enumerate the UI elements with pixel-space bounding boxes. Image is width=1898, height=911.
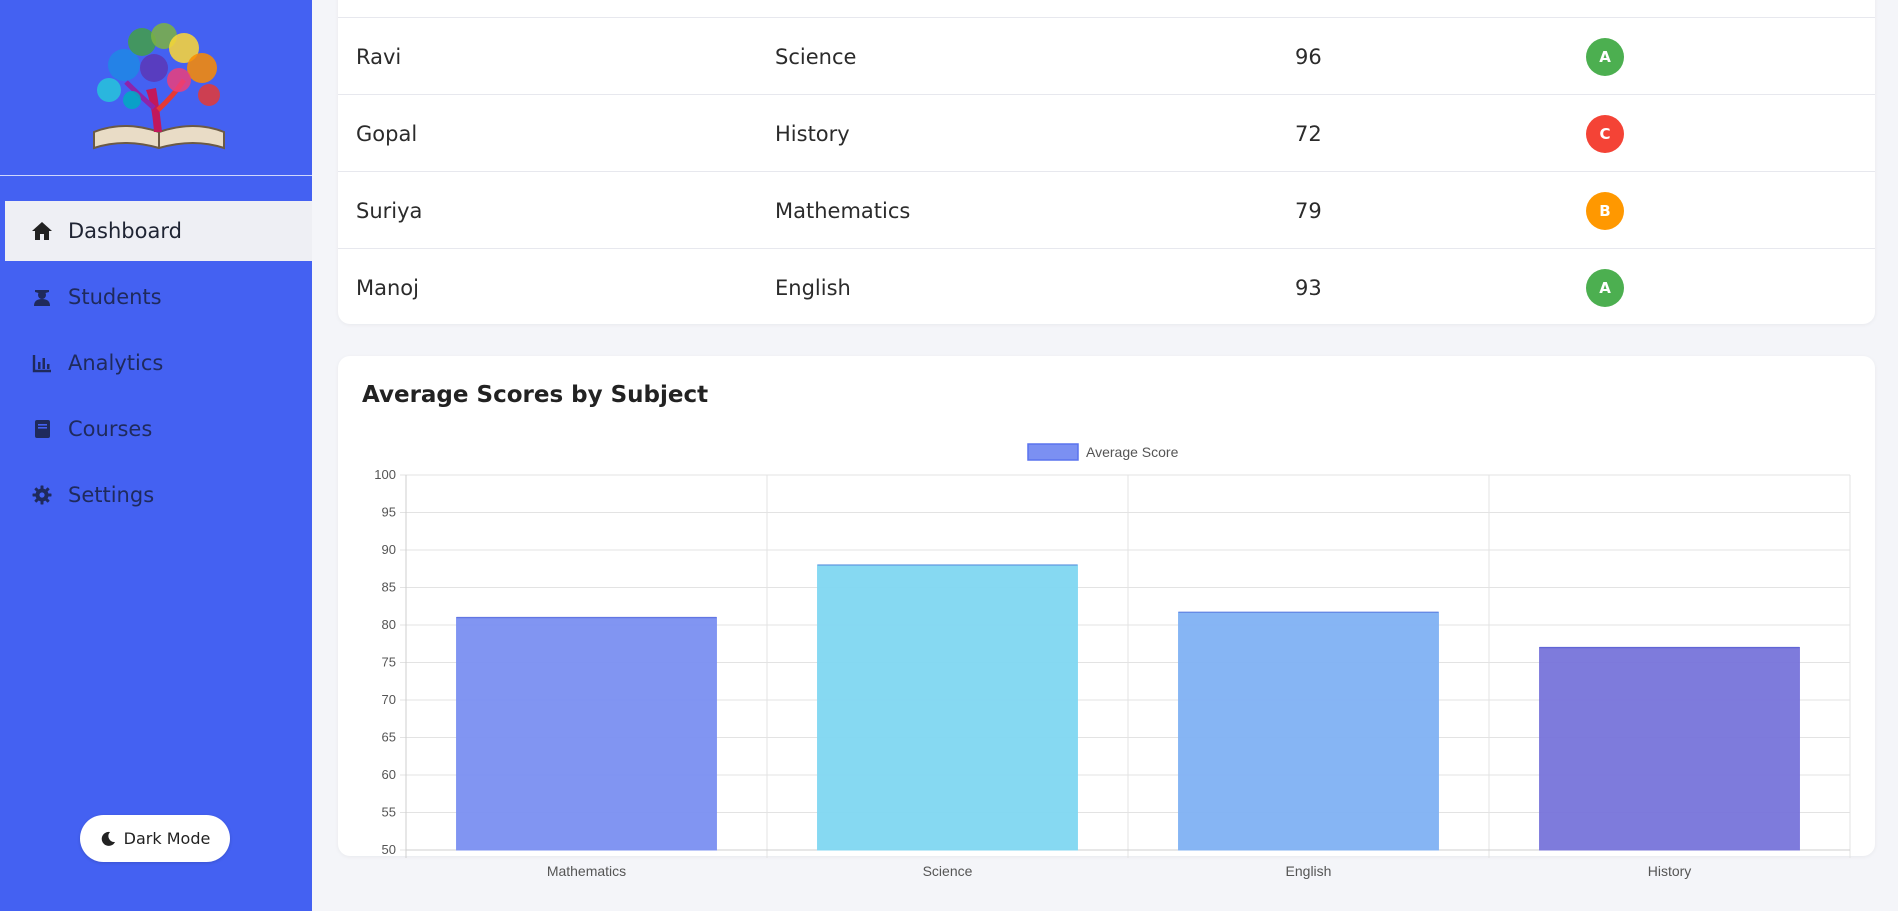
grade-badge: A [1586, 37, 1624, 76]
y-tick-label: 75 [382, 655, 396, 670]
sidebar-item-analytics[interactable]: Analytics [0, 333, 312, 393]
table-row: Manoj English 93 A [338, 248, 1875, 326]
table-row: Ravi Science 96 A [338, 17, 1875, 95]
sidebar-item-dashboard[interactable]: Dashboard [5, 201, 312, 261]
scores-table: Ravi Science 96 A Gopal History 72 C Sur… [338, 0, 1875, 324]
chart-icon [30, 351, 54, 375]
y-tick-label: 95 [382, 505, 396, 520]
legend-swatch [1027, 443, 1079, 461]
logo-area [0, 0, 312, 176]
x-tick-label: History [1648, 863, 1692, 879]
y-tick-label: 100 [374, 467, 396, 482]
x-tick-label: Mathematics [547, 863, 626, 879]
sidebar: Dashboard Students Analytics Courses Set… [0, 0, 312, 911]
gear-icon [30, 483, 54, 507]
bar [817, 564, 1078, 851]
y-tick-label: 70 [382, 692, 396, 707]
grade-badge: B [1586, 191, 1624, 230]
grade-cell: C [1586, 95, 1624, 172]
y-tick-label: 65 [382, 730, 396, 745]
moon-icon [100, 831, 116, 847]
sidebar-item-courses[interactable]: Courses [0, 399, 312, 459]
bar-chart: 100 95 90 85 80 75 70 65 60 55 50 Mathematics Scienc… [374, 443, 1851, 879]
dark-mode-label: Dark Mode [123, 829, 211, 848]
sidebar-item-label: Dashboard [68, 219, 182, 243]
table-row: Gopal History 72 C [338, 94, 1875, 172]
score: 96 [1295, 44, 1322, 69]
y-tick-label: 80 [382, 617, 396, 632]
grade-badge: A [1586, 268, 1624, 307]
sidebar-item-label: Analytics [68, 351, 164, 375]
subject: Mathematics [775, 198, 911, 223]
book-icon [30, 417, 54, 441]
table-row: Suriya Mathematics 79 B [338, 171, 1875, 249]
x-tick-label: English [1286, 863, 1332, 879]
subject: English [775, 275, 851, 300]
score: 72 [1295, 121, 1322, 146]
sidebar-item-label: Settings [68, 483, 155, 507]
grade-cell: B [1586, 172, 1624, 249]
sidebar-nav: Dashboard Students Analytics Courses Set… [0, 201, 312, 531]
y-tick-label: 85 [382, 580, 396, 595]
grade-badge: C [1586, 114, 1624, 153]
home-icon [30, 219, 54, 243]
legend-label: Average Score [1086, 444, 1179, 460]
dark-mode-button[interactable]: Dark Mode [80, 815, 230, 862]
student-name: Suriya [356, 198, 423, 223]
bar [1178, 611, 1439, 851]
student-icon [30, 285, 54, 309]
sidebar-item-label: Students [68, 285, 162, 309]
sidebar-item-label: Courses [68, 417, 153, 441]
student-name: Manoj [356, 275, 419, 300]
sidebar-item-settings[interactable]: Settings [0, 465, 312, 525]
y-tick-label: 50 [382, 842, 396, 857]
y-tick-label: 60 [382, 767, 396, 782]
bar [1539, 647, 1800, 851]
score: 93 [1295, 275, 1322, 300]
subject: History [775, 121, 850, 146]
student-name: Ravi [356, 44, 402, 69]
grade-cell: A [1586, 18, 1624, 95]
subject: Science [775, 44, 857, 69]
y-tick-label: 90 [382, 542, 396, 557]
score: 79 [1295, 198, 1322, 223]
tree-book-logo [93, 23, 225, 150]
sidebar-item-students[interactable]: Students [0, 267, 312, 327]
grade-cell: A [1586, 249, 1624, 326]
bar [456, 617, 717, 851]
student-name: Gopal [356, 121, 418, 146]
y-tick-label: 55 [382, 805, 396, 820]
x-tick-label: Science [923, 863, 973, 879]
chart-title: Average Scores by Subject [362, 382, 709, 408]
